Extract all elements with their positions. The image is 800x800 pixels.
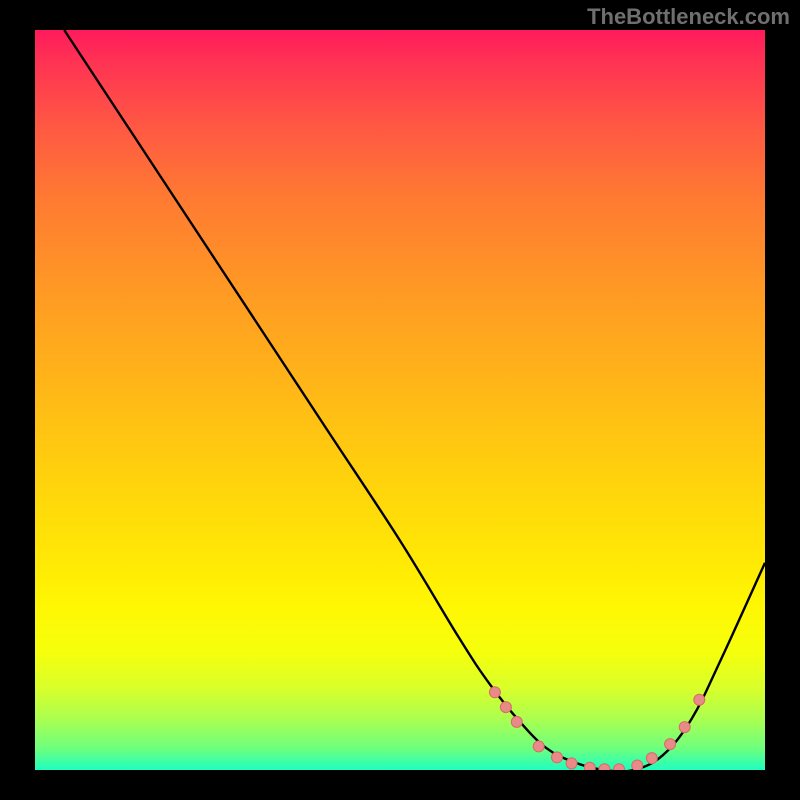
lowpoint-dot	[489, 687, 500, 698]
lowpoint-dot	[511, 716, 522, 727]
lowpoint-dots	[489, 687, 704, 770]
lowpoint-dot	[679, 722, 690, 733]
bottleneck-curve	[64, 30, 765, 770]
lowpoint-dot	[551, 752, 562, 763]
lowpoint-dot	[533, 741, 544, 752]
plot-canvas	[35, 30, 765, 770]
lowpoint-dot	[566, 758, 577, 769]
lowpoint-dot	[614, 764, 625, 770]
plot-box	[35, 30, 765, 770]
chart-frame: TheBottleneck.com	[0, 0, 800, 800]
lowpoint-dot	[632, 760, 643, 770]
curve-layer	[35, 30, 765, 770]
lowpoint-dot	[665, 739, 676, 750]
lowpoint-dot	[646, 753, 657, 764]
lowpoint-dot	[694, 694, 705, 705]
lowpoint-dot	[584, 762, 595, 770]
watermark-label: TheBottleneck.com	[587, 4, 790, 30]
lowpoint-dot	[500, 702, 511, 713]
lowpoint-dot	[599, 764, 610, 770]
